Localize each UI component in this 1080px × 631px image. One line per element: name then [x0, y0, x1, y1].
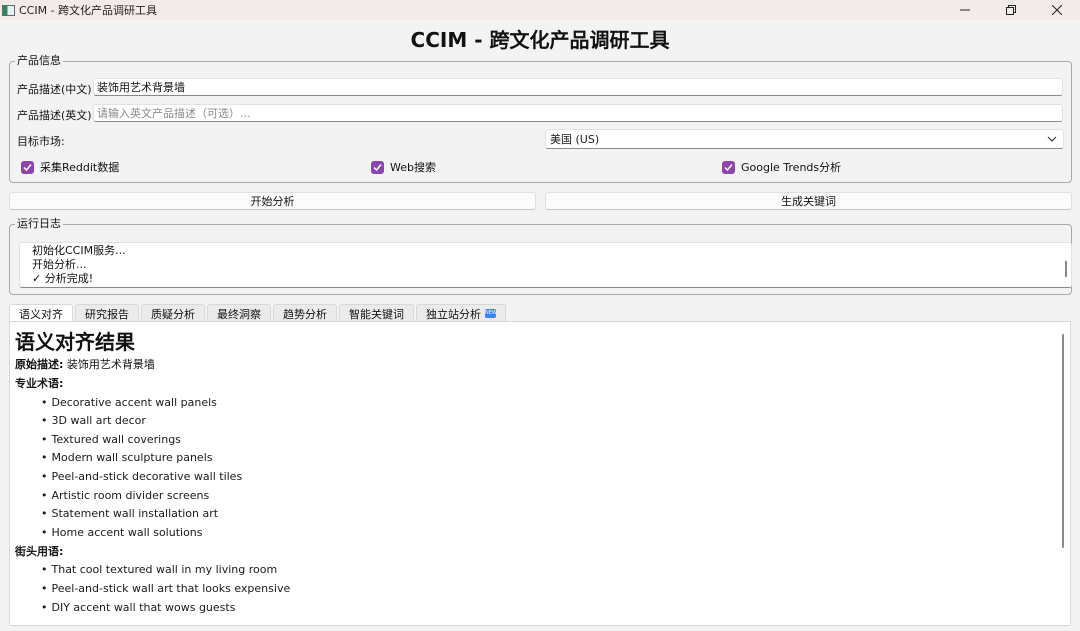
tab-smart-keywords[interactable]: 智能关键词 [339, 304, 414, 322]
original-description: 原始描述: 装饰用艺术背景墙 [15, 358, 1055, 372]
market-label: 目标市场: [17, 135, 65, 148]
log-group: 运行日志 初始化CCIM服务... 开始分析... ✓ 分析完成! [9, 218, 1072, 295]
market-select[interactable]: 美国 (US) [545, 129, 1064, 149]
tab-label: 最终洞察 [217, 307, 261, 321]
list-item: Textured wall coverings [41, 433, 1055, 447]
list-item: Artistic room divider screens [41, 489, 1055, 503]
tab-label: 质疑分析 [151, 307, 195, 321]
list-item: Statement wall installation art [41, 507, 1055, 521]
street-terms-heading: 街头用语: [15, 544, 64, 558]
tab-label: 语义对齐 [19, 307, 63, 321]
tab-standalone-site[interactable]: 独立站分析 NEW [416, 304, 506, 322]
market-value: 美国 (US) [550, 133, 600, 146]
list-item: Modern wall sculpture panels [41, 451, 1055, 465]
generate-keywords-button[interactable]: 生成关键词 [545, 192, 1072, 210]
list-item: Peel-and-stick wall art that looks expen… [41, 582, 1055, 596]
desc-en-input[interactable] [93, 104, 1063, 122]
minimize-button[interactable] [942, 0, 988, 20]
new-badge-icon: NEW [485, 309, 497, 318]
tab-final-insights[interactable]: 最终洞察 [207, 304, 271, 322]
web-search-checkbox[interactable]: Web搜索 [371, 159, 436, 175]
log-scrollbar[interactable] [1065, 261, 1067, 277]
result-content[interactable]: 语义对齐结果 原始描述: 装饰用艺术背景墙 专业术语: Decorative a… [9, 321, 1071, 626]
content-scrollbar[interactable] [1062, 334, 1064, 548]
list-item: Decorative accent wall panels [41, 396, 1055, 410]
result-title: 语义对齐结果 [15, 330, 135, 354]
original-value: 装饰用艺术背景墙 [66, 358, 155, 371]
restore-icon [1006, 5, 1016, 15]
pro-terms-heading: 专业术语: [15, 377, 64, 390]
close-button[interactable] [1034, 0, 1080, 20]
start-analysis-button[interactable]: 开始分析 [9, 192, 536, 210]
log-line: 开始分析... [32, 258, 87, 271]
page-title: CCIM - 跨文化产品调研工具 [410, 28, 670, 52]
list-item: Home accent wall solutions [41, 526, 1055, 540]
original-label: 原始描述: [15, 358, 64, 371]
tab-label: 智能关键词 [349, 307, 404, 321]
street-terms-list: That cool textured wall in my living roo… [41, 563, 1055, 614]
google-trends-label: Google Trends分析 [741, 161, 842, 174]
desc-cn-input[interactable] [93, 78, 1063, 96]
tab-label: 独立站分析 [426, 307, 481, 321]
list-item: Peel-and-stick decorative wall tiles [41, 470, 1055, 484]
result-tabs: 语义对齐 研究报告 质疑分析 最终洞察 趋势分析 智能关键词 独立站分析 NEW [9, 304, 508, 322]
tab-research-report[interactable]: 研究报告 [75, 304, 139, 322]
desc-en-label: 产品描述(英文): [17, 109, 96, 122]
log-legend: 运行日志 [15, 217, 63, 230]
product-info-legend: 产品信息 [15, 54, 63, 67]
checkmark-icon [371, 160, 384, 174]
checkmark-icon [21, 160, 34, 174]
log-output[interactable]: 初始化CCIM服务... 开始分析... ✓ 分析完成! [19, 242, 1072, 288]
checkmark-icon [722, 160, 735, 174]
tab-semantic-alignment[interactable]: 语义对齐 [9, 304, 73, 322]
reddit-checkbox[interactable]: 采集Reddit数据 [21, 159, 119, 175]
list-item: DIY accent wall that wows guests [41, 601, 1055, 615]
chevron-down-icon [1047, 136, 1057, 142]
tab-trend-analysis[interactable]: 趋势分析 [273, 304, 337, 322]
window-title: CCIM - 跨文化产品调研工具 [19, 4, 158, 17]
list-item: 3D wall art decor [41, 414, 1055, 428]
web-search-label: Web搜索 [390, 161, 436, 174]
close-icon [1052, 5, 1062, 15]
title-bar: CCIM - 跨文化产品调研工具 [0, 0, 1080, 20]
window-controls [942, 0, 1080, 20]
tab-label: 研究报告 [85, 307, 129, 321]
google-trends-checkbox[interactable]: Google Trends分析 [722, 159, 841, 175]
log-line: ✓ 分析完成! [32, 272, 94, 285]
list-item: That cool textured wall in my living roo… [41, 563, 1055, 577]
desc-cn-label: 产品描述(中文): [17, 83, 96, 96]
tab-label: 趋势分析 [283, 307, 327, 321]
pro-terms-list: Decorative accent wall panels 3D wall ar… [41, 396, 1055, 540]
product-info-group: 产品信息 产品描述(中文): 产品描述(英文): 目标市场: 美国 (US) 采… [9, 55, 1072, 183]
log-line: 初始化CCIM服务... [32, 244, 126, 257]
maximize-button[interactable] [988, 0, 1034, 20]
reddit-label: 采集Reddit数据 [40, 161, 120, 174]
app-icon [2, 4, 15, 16]
minimize-icon [960, 9, 970, 11]
tab-challenge-analysis[interactable]: 质疑分析 [141, 304, 205, 322]
